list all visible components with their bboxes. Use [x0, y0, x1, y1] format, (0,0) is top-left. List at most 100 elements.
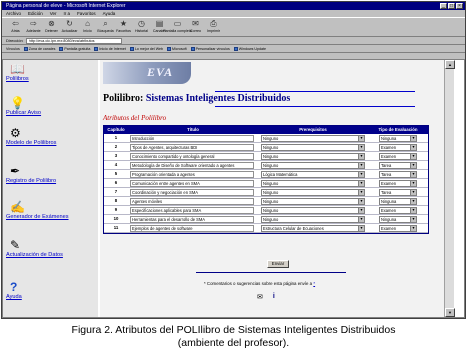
chevron-down-icon[interactable]: ▼	[358, 198, 364, 204]
mail-icon[interactable]: ✉	[257, 293, 263, 301]
evaluation-select[interactable]: Examen ▼	[379, 143, 417, 151]
toolbar-button[interactable]: ⇦ Atrás	[8, 18, 23, 34]
chevron-down-icon[interactable]: ▼	[410, 135, 416, 141]
chapter-title-field[interactable]: Comunicación entre agentes en SMA	[130, 179, 254, 187]
chevron-down-icon[interactable]: ▼	[358, 153, 364, 159]
fullscreen-icon: ▭	[173, 19, 182, 28]
chapter-title-field[interactable]: Metodología de Diseño de Software orient…	[130, 161, 254, 169]
chevron-down-icon[interactable]: ▼	[358, 144, 364, 150]
chevron-down-icon[interactable]: ▼	[410, 180, 416, 186]
link-item[interactable]: Lo mejor del Web	[129, 46, 163, 51]
link-item[interactable]: Personalizar vínculos	[190, 46, 230, 51]
toolbar-button[interactable]: ⊗ Detener	[44, 18, 59, 34]
submit-button[interactable]: Enviar	[267, 260, 289, 268]
close-button[interactable]: ×	[456, 3, 463, 9]
chapter-title-field[interactable]: Herramientas para el desarrollo de SMA	[130, 215, 254, 223]
chapter-title-field[interactable]: Conocimiento compartido y ontología gene…	[130, 152, 254, 160]
chapter-title-field[interactable]: Especificaciones aplicables para SMA	[130, 206, 254, 214]
chevron-down-icon[interactable]: ▼	[410, 162, 416, 168]
prerequisite-select[interactable]: Ninguno ▼	[261, 152, 365, 160]
link-item[interactable]: Inicio de Internet	[94, 46, 126, 51]
sidebar-item[interactable]: 📖 Polilibros	[6, 62, 66, 82]
sidebar-item[interactable]: ⚙ Modelo de Polilibros	[6, 126, 66, 146]
link-item[interactable]: Pantalla gratuita	[59, 46, 90, 51]
prerequisite-select[interactable]: Ninguno ▼	[261, 188, 365, 196]
chevron-down-icon[interactable]: ▼	[410, 144, 416, 150]
evaluation-select[interactable]: Examen ▼	[379, 152, 417, 160]
evaluation-select[interactable]: Tarea ▼	[379, 170, 417, 178]
chapter-title-field[interactable]: Tipos de Agentes, arquitecturas BDI	[130, 143, 254, 151]
sidebar-item[interactable]: ? Ayuda	[6, 280, 66, 300]
chevron-down-icon[interactable]: ▼	[410, 198, 416, 204]
chevron-down-icon[interactable]: ▼	[410, 225, 416, 231]
link-item[interactable]: Microsoft	[167, 46, 187, 51]
chevron-down-icon[interactable]: ▼	[358, 189, 364, 195]
scroll-up-icon[interactable]: ▲	[445, 60, 455, 69]
toolbar-button[interactable]: ★ Favoritos	[116, 18, 131, 34]
menu-item[interactable]: Edición	[28, 10, 43, 17]
prerequisite-select[interactable]: Ninguno ▼	[261, 179, 365, 187]
sidebar-item[interactable]: 💡 Publicar Aviso	[6, 96, 66, 116]
chevron-down-icon[interactable]: ▼	[358, 207, 364, 213]
chapter-title-field[interactable]: Agentes móviles	[130, 197, 254, 205]
sidebar-item[interactable]: ✎ Actualización de Datos	[6, 238, 66, 258]
chevron-down-icon[interactable]: ▼	[410, 207, 416, 213]
contact-link[interactable]: *	[313, 281, 315, 286]
chevron-down-icon[interactable]: ▼	[358, 180, 364, 186]
prerequisite-select[interactable]: Lógica Matemática ▼	[261, 170, 365, 178]
chevron-down-icon[interactable]: ▼	[410, 189, 416, 195]
address-input[interactable]	[25, 37, 122, 44]
chevron-down-icon[interactable]: ▼	[358, 162, 364, 168]
maximize-button[interactable]: □	[448, 3, 455, 9]
prerequisite-select[interactable]: Ninguno ▼	[261, 134, 365, 142]
toolbar-label: Favoritos	[116, 29, 131, 33]
chevron-down-icon[interactable]: ▼	[358, 171, 364, 177]
evaluation-select[interactable]: Ninguna ▼	[379, 197, 417, 205]
toolbar-button[interactable]: ✉ Correo	[188, 18, 203, 34]
menu-item[interactable]: Ver	[50, 10, 57, 17]
menu-item[interactable]: Ayuda	[103, 10, 116, 17]
evaluation-select[interactable]: Examen ▼	[379, 224, 417, 232]
chapter-title-field[interactable]: Programación orientada a agentes	[130, 170, 254, 178]
chevron-down-icon[interactable]: ▼	[410, 171, 416, 177]
prerequisite-select[interactable]: Ninguno ▼	[261, 143, 365, 151]
evaluation-select[interactable]: Examen ▼	[379, 179, 417, 187]
chevron-down-icon[interactable]: ▼	[410, 216, 416, 222]
sidebar-item[interactable]: ✒ Registro de Polilibro	[6, 164, 66, 184]
chevron-down-icon[interactable]: ▼	[358, 225, 364, 231]
scroll-down-icon[interactable]: ▼	[445, 308, 455, 317]
channels-icon: ▤	[155, 19, 164, 28]
sidebar-item[interactable]: ✍ Generador de Exámenes	[6, 200, 69, 220]
prerequisite-select[interactable]: Estructura Celular de Ecuaciones ▼	[261, 224, 365, 232]
chapter-title-field[interactable]: Coordinación y negociación en SMA	[130, 188, 254, 196]
chevron-down-icon[interactable]: ▼	[358, 216, 364, 222]
toolbar-button[interactable]: ⌕ Búsqueda	[97, 18, 113, 34]
chevron-down-icon[interactable]: ▼	[410, 153, 416, 159]
link-item[interactable]: Zona de canales	[23, 46, 55, 51]
prerequisite-select[interactable]: Ninguno ▼	[261, 206, 365, 214]
toolbar-button[interactable]: ⇨ Adelante	[26, 18, 41, 34]
evaluation-select[interactable]: Tarea ▼	[379, 161, 417, 169]
menu-item[interactable]: Favoritos	[77, 10, 96, 17]
prerequisite-select[interactable]: Ninguno ▼	[261, 197, 365, 205]
link-item[interactable]: Windows Update	[233, 46, 266, 51]
toolbar-button[interactable]: ⎙ Imprimir	[206, 18, 221, 34]
toolbar-button[interactable]: ⌂ Inicio	[80, 18, 95, 34]
chapter-title-field[interactable]: Introducción	[130, 134, 254, 142]
minimize-button[interactable]: _	[440, 3, 447, 9]
menu-item[interactable]: Ir a	[64, 10, 71, 17]
info-icon[interactable]: i	[273, 293, 275, 301]
evaluation-select[interactable]: Examen ▼	[379, 206, 417, 214]
evaluation-select[interactable]: Ninguna ▼	[379, 215, 417, 223]
evaluation-select[interactable]: Tarea ▼	[379, 188, 417, 196]
chapter-title-field[interactable]: Ejemplos de agentes de software	[130, 224, 254, 232]
toolbar-button[interactable]: ◷ Historial	[134, 18, 149, 34]
prerequisite-select[interactable]: Ninguno ▼	[261, 215, 365, 223]
vertical-scrollbar[interactable]: ▲ ▼	[444, 60, 455, 317]
toolbar-button[interactable]: ▭ Pantalla completa	[163, 18, 192, 34]
evaluation-select[interactable]: Ninguna ▼	[379, 134, 417, 142]
menu-item[interactable]: Archivo	[6, 10, 21, 17]
chevron-down-icon[interactable]: ▼	[358, 135, 364, 141]
toolbar-button[interactable]: ↻ Actualizar	[62, 18, 78, 34]
prerequisite-select[interactable]: Ninguno ▼	[261, 161, 365, 169]
